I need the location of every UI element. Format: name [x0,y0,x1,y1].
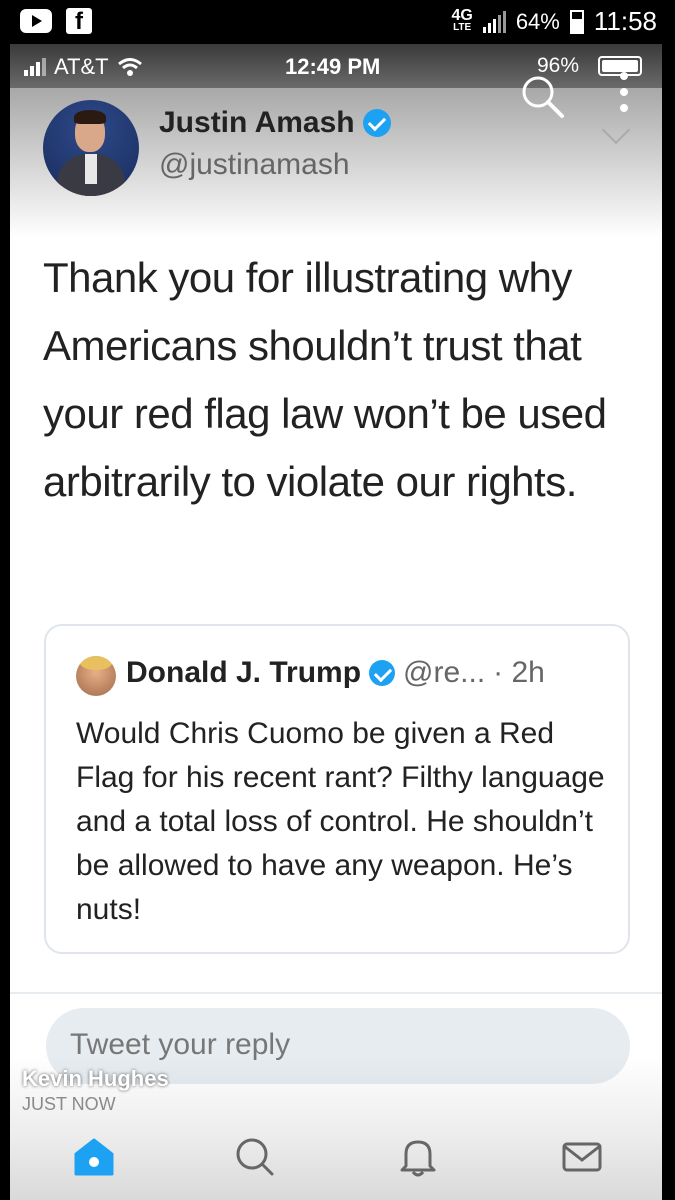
youtube-notification-icon [20,9,52,33]
network-subtype: LTE [453,21,472,33]
signal-icon [482,10,506,33]
mail-icon [562,1142,602,1172]
tweet-screenshot: AT&T 12:49 PM 96% Justin Amash @justinam… [10,44,662,1200]
quoted-author-handle: @re... [403,656,486,689]
more-options-icon[interactable] [620,72,628,112]
author-handle[interactable]: @justinamash [159,148,350,182]
tab-messages[interactable] [558,1132,606,1180]
tab-search[interactable] [230,1132,278,1180]
search-icon[interactable] [518,72,568,122]
quoted-tweet-card[interactable]: Donald J. Trump @re... · 2h Would Chris … [44,624,630,954]
author-name: Justin Amash [159,106,355,139]
quoted-tweet-age: · 2h [493,656,545,689]
network-type: 4G [451,6,473,24]
battery-icon [569,9,584,34]
overlay-sender-name: Kevin Hughes [22,1066,169,1091]
quoted-tweet-header: Donald J. Trump @re... · 2h [126,656,545,690]
quoted-author-name: Donald J. Trump [126,656,362,689]
facebook-notification-icon: f [66,8,92,35]
divider [10,992,662,994]
quoted-tweet-body: Would Chris Cuomo be given a Red Flag fo… [76,717,605,926]
wifi-icon [117,58,142,76]
tab-notifications[interactable] [394,1132,442,1180]
battery-percent: 64% [515,8,560,34]
author-name-row[interactable]: Justin Amash [159,106,391,140]
carrier-name: AT&T [54,54,109,79]
tab-home[interactable] [70,1132,118,1180]
verified-badge-icon [362,109,391,137]
home-icon [74,1138,114,1176]
search-tab-icon [236,1138,274,1176]
tweet-body: Thank you for illustrating why Americans… [43,254,607,505]
status-time: 12:49 PM [285,54,381,79]
cell-signal-icon [24,58,46,76]
author-avatar[interactable] [43,100,139,196]
quoted-author-avatar [76,656,116,696]
device-status-bar: f 4G LTE 64% 11:58 [0,0,675,44]
quoted-verified-badge-icon [369,660,396,686]
bottom-tab-bar [10,1116,662,1200]
bell-icon [400,1140,436,1177]
clock: 11:58 [593,6,657,36]
overlay-timestamp: JUST NOW [22,1094,116,1114]
